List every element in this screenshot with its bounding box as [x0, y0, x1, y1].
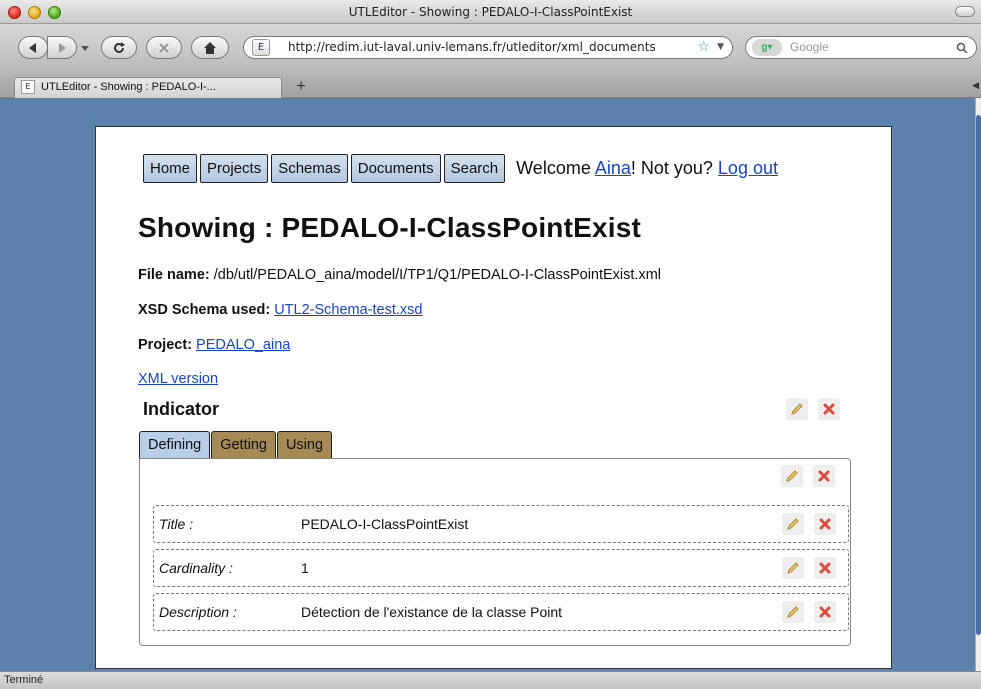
field-value: 1 — [301, 560, 309, 576]
field-label: Description : — [159, 604, 237, 620]
scrollbar-thumb[interactable] — [976, 115, 981, 635]
forward-icon — [59, 43, 66, 53]
field-label: Title : — [159, 516, 193, 532]
delete-x-icon — [823, 403, 835, 415]
delete-x-icon — [819, 606, 831, 618]
panel-edit-button[interactable] — [781, 465, 803, 487]
field-cardinality: Cardinality : 1 — [153, 549, 849, 587]
tab-strip: E UTLEditor - Showing : PEDALO-I-... + ◀ — [0, 74, 981, 98]
search-icon[interactable] — [956, 37, 968, 61]
page-title: Showing : PEDALO-I-ClassPointExist — [138, 212, 642, 243]
field-edit-button[interactable] — [782, 557, 804, 579]
file-name-row: File name: /db/utl/PEDALO_aina/model/I/T… — [138, 267, 661, 283]
bookmark-star-icon[interactable]: ☆ — [697, 37, 710, 58]
tab-label: UTLEditor - Showing : PEDALO-I-... — [41, 81, 216, 93]
window-title: UTLEditor - Showing : PEDALO-I-ClassPoin… — [348, 5, 633, 19]
file-name-label: File name: — [138, 267, 210, 283]
history-dropdown[interactable] — [80, 36, 90, 59]
field-label-sep: : — [185, 516, 194, 532]
chevron-down-icon — [81, 46, 89, 51]
delete-x-icon — [819, 518, 831, 530]
field-title: Title : PEDALO-I-ClassPointExist — [153, 505, 849, 543]
reload-button[interactable] — [101, 36, 137, 59]
welcome-prefix: Welcome — [516, 158, 595, 178]
tab-defining[interactable]: Defining — [139, 431, 211, 458]
field-label-text: Description — [159, 604, 230, 620]
delete-x-icon — [819, 562, 831, 574]
address-dropdown-icon[interactable]: ▼ — [717, 37, 724, 58]
browser-toolbar: E http://redim.iut-laval.univ-lemans.fr/… — [0, 24, 981, 74]
field-value: Détection de l'existance de la classe Po… — [301, 604, 563, 620]
project-link[interactable]: PEDALO_aina — [196, 337, 290, 353]
schema-label: XSD Schema used: — [138, 302, 271, 318]
field-edit-button[interactable] — [782, 513, 804, 535]
stop-button[interactable] — [146, 36, 182, 59]
main-menu: Home Projects Schemas Documents Search W… — [143, 154, 778, 183]
field-delete-button[interactable] — [814, 557, 836, 579]
welcome-message: Welcome Aina! Not you? Log out — [516, 158, 778, 179]
back-icon — [29, 43, 36, 53]
status-bar: Terminé — [0, 671, 981, 689]
home-button[interactable] — [191, 36, 229, 59]
field-label-sep: : — [225, 560, 233, 576]
tab-favicon-icon: E — [21, 80, 35, 94]
search-field[interactable]: g▾ Google — [745, 36, 977, 59]
field-delete-button[interactable] — [814, 513, 836, 535]
field-label: Cardinality : — [159, 560, 233, 576]
tab-getting[interactable]: Getting — [211, 431, 276, 458]
xml-version-row: XML version — [138, 371, 218, 387]
field-value: PEDALO-I-ClassPointExist — [301, 516, 469, 532]
search-placeholder: Google — [790, 40, 829, 54]
stop-icon — [159, 43, 169, 53]
edit-pencil-icon — [787, 518, 799, 530]
menu-search-button[interactable]: Search — [443, 154, 506, 183]
field-edit-button[interactable] — [782, 601, 804, 623]
user-link[interactable]: Aina — [595, 158, 631, 178]
file-name-value: /db/utl/PEDALO_aina/model/I/TP1/Q1/PEDAL… — [209, 267, 662, 283]
tab-list-icon[interactable]: ◀ — [972, 80, 979, 91]
indicator-edit-button[interactable] — [786, 398, 808, 420]
indicator-delete-button[interactable] — [818, 398, 840, 420]
menu-documents-button[interactable]: Documents — [350, 154, 441, 183]
edit-pencil-icon — [786, 470, 798, 482]
xml-version-link[interactable]: XML version — [138, 371, 218, 387]
search-engine-icon[interactable]: g▾ — [752, 39, 782, 56]
address-bar[interactable]: E http://redim.iut-laval.univ-lemans.fr/… — [243, 36, 733, 59]
back-button[interactable] — [18, 36, 48, 59]
new-tab-button[interactable]: + — [289, 77, 313, 97]
window-titlebar: UTLEditor - Showing : PEDALO-I-ClassPoin… — [0, 0, 981, 24]
menu-projects-button[interactable]: Projects — [200, 154, 269, 183]
schema-link[interactable]: UTL2-Schema-test.xsd — [274, 302, 422, 318]
home-icon — [204, 42, 216, 54]
defining-panel: Title : PEDALO-I-ClassPointExist Cardina… — [139, 458, 851, 646]
edit-pencil-icon — [791, 403, 803, 415]
edit-pencil-icon — [787, 606, 799, 618]
field-label-text: Title — [159, 516, 186, 532]
browser-tab[interactable]: E UTLEditor - Showing : PEDALO-I-... — [14, 77, 282, 98]
address-text: http://redim.iut-laval.univ-lemans.fr/ut… — [288, 40, 656, 54]
indicator-title: Indicator — [143, 399, 220, 419]
field-delete-button[interactable] — [814, 601, 836, 623]
menu-schemas-button[interactable]: Schemas — [271, 154, 348, 183]
logout-link[interactable]: Log out — [718, 158, 778, 178]
page-card: Home Projects Schemas Documents Search W… — [95, 126, 892, 669]
welcome-mid: ! Not you? — [630, 158, 718, 178]
reload-icon — [114, 42, 125, 53]
project-row: Project: PEDALO_aina — [138, 337, 290, 353]
field-label-text: Cardinality — [159, 560, 226, 576]
field-label-sep: : — [229, 604, 237, 620]
schema-row: XSD Schema used: UTL2-Schema-test.xsd — [138, 302, 422, 318]
edit-pencil-icon — [787, 562, 799, 574]
toolbar-toggle-button[interactable] — [955, 6, 975, 17]
delete-x-icon — [818, 470, 830, 482]
menu-home-button[interactable]: Home — [143, 154, 198, 183]
panel-delete-button[interactable] — [813, 465, 835, 487]
tab-using[interactable]: Using — [276, 431, 333, 458]
field-description: Description : Détection de l'existance d… — [153, 593, 849, 631]
indicator-tabs: Defining Getting Using — [139, 431, 333, 458]
project-label: Project: — [138, 337, 192, 353]
site-favicon-icon: E — [252, 39, 270, 56]
forward-button[interactable] — [47, 36, 77, 59]
